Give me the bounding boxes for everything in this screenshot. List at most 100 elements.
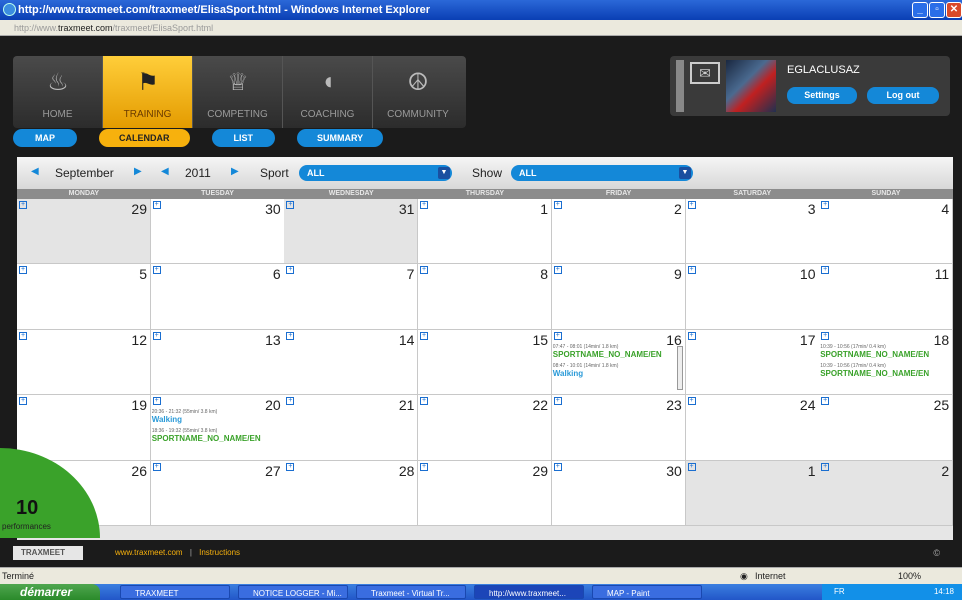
language-indicator[interactable]: FR — [834, 587, 845, 596]
add-activity-icon[interactable]: + — [19, 397, 27, 406]
taskbar-item[interactable]: http://www.traxmeet... — [474, 585, 584, 599]
add-activity-icon[interactable]: + — [420, 331, 429, 340]
add-activity-icon[interactable]: + — [553, 266, 562, 275]
calendar-day-cell[interactable]: +8 — [418, 264, 553, 330]
add-activity-icon[interactable]: + — [152, 201, 161, 209]
add-activity-icon[interactable]: + — [286, 201, 295, 209]
activity-name[interactable]: SPORTNAME_NO_NAME/EN — [152, 434, 261, 443]
add-activity-icon[interactable]: + — [821, 201, 830, 209]
calendar-day-cell[interactable]: +29 — [418, 460, 553, 526]
taskbar-item[interactable]: MAP - Paint — [592, 585, 702, 599]
add-activity-icon[interactable]: + — [687, 397, 696, 406]
nav-home[interactable]: ♨ HOME — [13, 56, 103, 128]
mail-icon[interactable]: ✉ — [690, 62, 720, 84]
activity-name[interactable]: SPORTNAME_NO_NAME/EN — [553, 350, 662, 359]
start-button[interactable]: démarrer — [0, 584, 100, 600]
calendar-day-cell[interactable]: +16 07:47 - 08:01 (14min/ 1.8 km) SPORTNAM… — [551, 329, 686, 396]
calendar-day-cell[interactable]: +6 — [150, 264, 285, 330]
avatar[interactable] — [726, 60, 776, 112]
nav-training[interactable]: ⚑ TRAINING — [103, 56, 193, 128]
add-activity-icon[interactable]: + — [420, 266, 429, 275]
add-activity-icon[interactable]: + — [821, 331, 830, 340]
calendar-day-cell[interactable]: +23 — [551, 395, 686, 461]
instructions-link[interactable]: Instructions — [199, 548, 240, 557]
calendar-day-cell[interactable]: +19 — [17, 395, 151, 461]
calendar-day-cell[interactable]: +3 — [685, 199, 820, 265]
site-link[interactable]: www.traxmeet.com — [115, 548, 183, 557]
calendar-day-cell[interactable]: +30 — [150, 199, 285, 265]
nav-coaching[interactable]: ◖ COACHING — [283, 56, 373, 128]
add-activity-icon[interactable]: + — [821, 462, 830, 471]
taskbar-item[interactable]: TRAXMEET — [120, 585, 230, 599]
add-activity-icon[interactable]: + — [286, 397, 295, 406]
tab-summary[interactable]: SUMMARY — [297, 129, 384, 147]
add-activity-icon[interactable]: + — [553, 201, 562, 209]
tab-calendar[interactable]: CALENDAR — [99, 129, 190, 147]
calendar-day-cell[interactable]: +1 — [685, 460, 820, 526]
add-activity-icon[interactable]: + — [19, 331, 27, 340]
address-bar[interactable]: http://www.traxmeet.com/traxmeet/ElisaSp… — [0, 20, 962, 36]
calendar-day-cell[interactable]: +27 — [150, 460, 285, 526]
next-month-arrow-icon[interactable]: ▶ — [134, 166, 142, 177]
event-scrollbar[interactable] — [676, 345, 683, 390]
calendar-day-cell[interactable]: +5 — [17, 264, 151, 330]
add-activity-icon[interactable]: + — [821, 266, 830, 275]
calendar-day-cell[interactable]: +28 — [284, 460, 419, 526]
add-activity-icon[interactable]: + — [152, 266, 161, 275]
calendar-day-cell[interactable]: +14 — [284, 329, 419, 396]
add-activity-icon[interactable]: + — [286, 266, 295, 275]
next-year-arrow-icon[interactable]: ▶ — [231, 166, 239, 177]
add-activity-icon[interactable]: + — [420, 397, 429, 406]
calendar-day-cell[interactable]: +2 — [551, 199, 686, 265]
activity-name[interactable]: Walking — [553, 369, 583, 378]
nav-competing[interactable]: ♕ COMPETING — [193, 56, 283, 128]
add-activity-icon[interactable]: + — [152, 462, 161, 471]
calendar-day-cell[interactable]: +17 — [685, 329, 820, 396]
add-activity-icon[interactable]: + — [553, 397, 562, 406]
calendar-day-cell[interactable]: +12 — [17, 329, 151, 396]
calendar-day-cell[interactable]: +1 — [418, 199, 553, 265]
settings-button[interactable]: Settings — [787, 87, 857, 104]
activity-name[interactable]: SPORTNAME_NO_NAME/EN — [820, 369, 929, 378]
calendar-day-cell[interactable]: +9 — [551, 264, 686, 330]
calendar-day-cell[interactable]: +18 10:39 - 10:56 (17min/ 0.4 km) SPORTNAM… — [819, 329, 954, 396]
sport-select[interactable]: ALL ▼ — [299, 165, 452, 181]
calendar-day-cell[interactable]: +25 — [819, 395, 954, 461]
calendar-day-cell[interactable]: +11 — [819, 264, 954, 330]
add-activity-icon[interactable]: + — [19, 266, 27, 275]
calendar-day-cell[interactable]: +4 — [819, 199, 954, 265]
prev-year-arrow-icon[interactable]: ◀ — [161, 166, 169, 177]
taskbar-item[interactable]: Traxmeet - Virtual Tr... — [356, 585, 466, 599]
logout-button[interactable]: Log out — [867, 87, 939, 104]
calendar-day-cell[interactable]: +29 — [17, 199, 151, 265]
add-activity-icon[interactable]: + — [687, 266, 696, 275]
tab-map[interactable]: MAP — [13, 129, 77, 147]
add-activity-icon[interactable]: + — [19, 201, 27, 209]
calendar-day-cell[interactable]: +7 — [284, 264, 419, 330]
calendar-day-cell[interactable]: +13 — [150, 329, 285, 396]
add-activity-icon[interactable]: + — [553, 462, 562, 471]
zoom-level[interactable]: 100% — [898, 568, 921, 584]
minimize-button[interactable]: _ — [912, 2, 928, 18]
tab-list[interactable]: LIST — [211, 129, 275, 147]
add-activity-icon[interactable]: + — [420, 201, 429, 209]
close-button[interactable]: ✕ — [946, 2, 962, 18]
add-activity-icon[interactable]: + — [553, 331, 562, 340]
footer-logo[interactable]: TRAXMEET — [13, 546, 83, 560]
calendar-day-cell[interactable]: +31 — [284, 199, 419, 265]
calendar-day-cell[interactable]: +30 — [551, 460, 686, 526]
calendar-day-cell[interactable]: +2 — [819, 460, 954, 526]
add-activity-icon[interactable]: + — [687, 201, 696, 209]
add-activity-icon[interactable]: + — [152, 331, 161, 340]
add-activity-icon[interactable]: + — [687, 462, 696, 471]
add-activity-icon[interactable]: + — [821, 397, 830, 406]
calendar-day-cell[interactable]: +22 — [418, 395, 553, 461]
prev-month-arrow-icon[interactable]: ◀ — [31, 166, 39, 177]
calendar-day-cell[interactable]: +10 — [685, 264, 820, 330]
add-activity-icon[interactable]: + — [687, 331, 696, 340]
nav-community[interactable]: ☮ COMMUNITY — [373, 56, 463, 128]
add-activity-icon[interactable]: + — [286, 462, 295, 471]
add-activity-icon[interactable]: + — [152, 397, 161, 406]
add-activity-icon[interactable]: + — [420, 462, 429, 471]
maximize-button[interactable]: ▫ — [929, 2, 945, 18]
